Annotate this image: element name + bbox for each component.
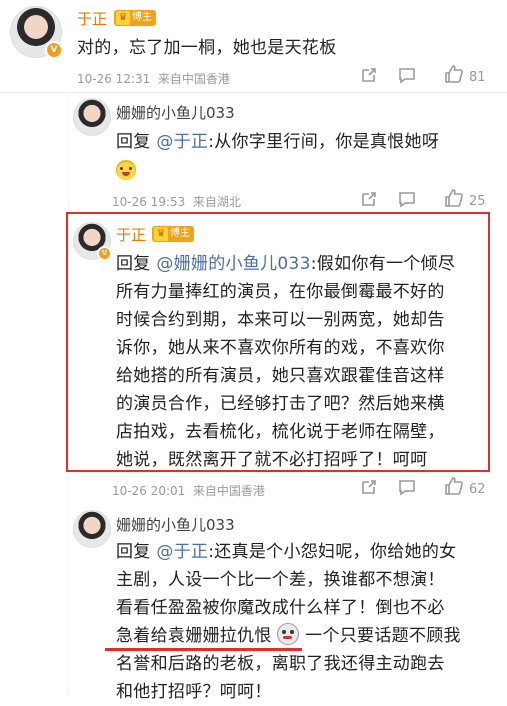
comment1-location: 来自中国香港 xyxy=(157,72,230,86)
comment3-line-2: 时候合约到期，本来可以一别两宽，她却告 xyxy=(116,310,445,330)
blogger-badge: ♛ 博主 xyxy=(114,10,156,26)
comment4-line-6: 和他打招呼？呵呵！ xyxy=(116,682,272,702)
angry-emoji-icon xyxy=(277,623,300,645)
reply-label: 回复 xyxy=(116,132,151,152)
mention-link[interactable]: @于正 xyxy=(156,132,208,152)
avatar-yuzheng-small[interactable]: V xyxy=(73,222,112,261)
comment1-time: 10-26 12:31 xyxy=(77,72,151,86)
comment1-likes: 81 xyxy=(469,70,486,85)
comment3-username[interactable]: 于正 xyxy=(116,224,146,245)
comment3-line-5: 的演员合作，已经够打击了吧？然后她来横 xyxy=(116,394,445,414)
comment-icon[interactable] xyxy=(398,478,416,496)
comment3-text: 回复 @姗姗的小鱼儿033:假如你有一个倾尽 所有力量捧红的演员，在你最倒霉最不… xyxy=(116,250,455,474)
comment2-text: 回复 @于正:从你字里行间，你是真恨她呀 xyxy=(116,128,439,156)
comment3-line-1: 所有力量捧红的演员，在你最倒霉最不好的 xyxy=(116,282,445,302)
comment2-location: 来自湖北 xyxy=(192,195,241,209)
comment4-line-5: 名誉和后路的老板，离职了我还得主动跑去 xyxy=(116,654,445,674)
avatar-yuzheng[interactable]: V xyxy=(10,6,63,59)
red-underline xyxy=(105,648,302,651)
comment3-line-3: 诉你，她从来不喜欢你所有的戏，不喜欢你 xyxy=(116,338,445,358)
comment3-location: 来自中国香港 xyxy=(192,484,265,498)
underlined-phrase: 急着给袁姗姗拉仇恨 xyxy=(116,626,272,646)
comment4-line-3: 急着给袁姗姗拉仇恨 一个只要话题不顾我 xyxy=(116,622,461,650)
reply-label: 回复 xyxy=(116,254,151,274)
verified-icon: V xyxy=(97,246,112,261)
comment-icon[interactable] xyxy=(398,66,416,84)
crown-icon: ♛ xyxy=(154,227,168,241)
comment1-text: 对的，忘了加一桐，她也是天花板 xyxy=(77,38,337,58)
comment4-line-1: 主剧，人设一个比一个差，换谁都不想演！ xyxy=(116,570,445,590)
comment3-time: 10-26 20:01 xyxy=(112,484,186,498)
mention-link[interactable]: @姗姗的小鱼儿033 xyxy=(156,254,310,274)
comment-icon[interactable] xyxy=(398,190,416,208)
comment2-time: 10-26 19:53 xyxy=(112,195,186,209)
comment2-meta: 10-26 19:53 来自湖北 xyxy=(112,193,241,210)
badge-label: 博主 xyxy=(132,12,152,23)
share-icon[interactable] xyxy=(360,66,378,84)
crying-emoji-icon xyxy=(116,160,136,180)
comment4-line-2: 看看任盈盈被你魔改成什么样了！倒也不必 xyxy=(116,598,445,618)
comment4-line-0: 回复 @于正:还真是个小怨妇呢，你给她的女 xyxy=(116,538,461,566)
comment3-line-6: 店拍戏，去看梳化，梳化说于老师在隔壁， xyxy=(116,422,445,442)
comment2-username[interactable]: 姗姗的小鱼儿033 xyxy=(116,102,235,123)
comment3-line-0: 回复 @姗姗的小鱼儿033:假如你有一个倾尽 xyxy=(116,250,455,278)
comment4-text: 回复 @于正:还真是个小怨妇呢，你给她的女 主剧，人设一个比一个差，换谁都不想演… xyxy=(116,538,461,706)
avatar-shanshan[interactable] xyxy=(73,510,111,548)
mention-link[interactable]: @于正 xyxy=(156,542,208,562)
like-icon[interactable] xyxy=(444,64,464,84)
blogger-badge: ♛ 博主 xyxy=(152,226,194,242)
comment3-line-text: :假如你有一个倾尽 xyxy=(310,254,456,274)
reply-label: 回复 xyxy=(116,542,151,562)
like-icon[interactable] xyxy=(444,476,464,496)
comment3-likes: 62 xyxy=(469,482,486,497)
comment1-username[interactable]: 于正 xyxy=(77,8,107,29)
badge-label: 博主 xyxy=(170,228,190,239)
share-icon[interactable] xyxy=(360,190,378,208)
comment4-line-text: :还真是个小怨妇呢，你给她的女 xyxy=(208,542,457,562)
comment1-meta: 10-26 12:31 来自中国香港 xyxy=(77,70,230,87)
comment3-meta: 10-26 20:01 来自中国香港 xyxy=(112,482,265,499)
comment3-line-7: 她说，既然离开了就不必打招呼了！呵呵 xyxy=(116,450,428,470)
share-icon[interactable] xyxy=(360,478,378,496)
verified-icon: V xyxy=(45,41,63,59)
avatar-shanshan[interactable] xyxy=(73,98,111,136)
comment3-line-4: 给她搭的所有演员，她只喜欢跟霍佳音这样 xyxy=(116,366,445,386)
comment2-likes: 25 xyxy=(469,194,486,209)
divider xyxy=(0,92,507,93)
like-icon[interactable] xyxy=(444,188,464,208)
comment2-body: :从你字里行间，你是真恨她呀 xyxy=(208,132,440,152)
comment4-username[interactable]: 姗姗的小鱼儿033 xyxy=(116,514,235,535)
crown-icon: ♛ xyxy=(116,11,130,25)
comment4-line-tail: 一个只要话题不顾我 xyxy=(305,626,461,646)
